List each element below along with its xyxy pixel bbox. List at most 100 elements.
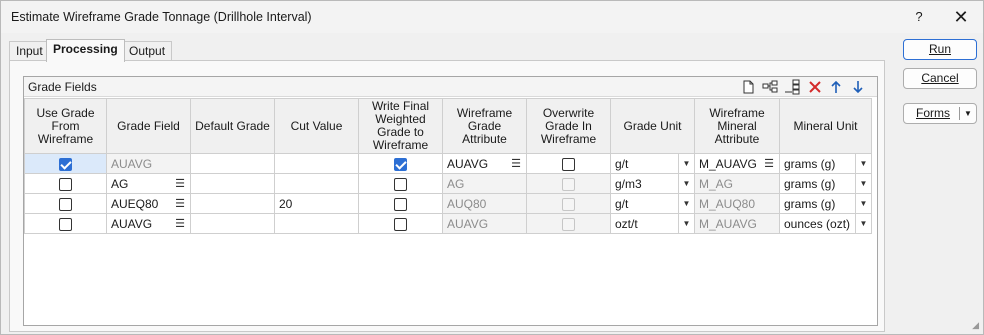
grade-field-cell[interactable]: AG ☰ xyxy=(106,173,191,194)
move-down-icon[interactable] xyxy=(850,79,866,95)
grade-unit-cell[interactable]: g/t ▼ xyxy=(610,193,695,214)
tab-output[interactable]: Output xyxy=(122,41,173,61)
list-icon[interactable]: ☰ xyxy=(511,157,521,170)
mineral-unit-cell[interactable]: ounces (ozt) ▼ xyxy=(779,213,872,234)
table-row[interactable]: AUEQ80 ☰ 20 AUQ80 g/t ▼ M_AUQ80 grams (g) ▼ xyxy=(24,193,872,214)
list-icon[interactable]: ☰ xyxy=(175,197,185,210)
col-overwrite-grade[interactable]: Overwrite Grade In Wireframe xyxy=(526,98,611,154)
delete-icon[interactable] xyxy=(807,79,823,95)
col-grade-field[interactable]: Grade Field xyxy=(106,98,191,154)
wf-grade-attr-cell: AUAVG xyxy=(442,213,527,234)
move-up-icon[interactable] xyxy=(828,79,844,95)
table-row[interactable]: AG ☰ AG g/m3 ▼ M_AG grams (g) ▼ xyxy=(24,173,872,194)
help-button[interactable]: ? xyxy=(909,7,929,27)
overwrite-cell xyxy=(526,173,611,194)
dropdown-arrow-icon[interactable]: ▼ xyxy=(855,214,871,233)
write-final-checkbox[interactable] xyxy=(394,197,407,211)
wf-mineral-attr-cell: M_AG xyxy=(694,173,780,194)
col-grade-unit[interactable]: Grade Unit xyxy=(610,98,695,154)
col-cut-value[interactable]: Cut Value xyxy=(274,98,359,154)
grade-unit-cell[interactable]: g/m3 ▼ xyxy=(610,173,695,194)
default-grade-cell[interactable] xyxy=(190,193,275,214)
overwrite-checkbox[interactable] xyxy=(562,157,575,171)
new-file-icon[interactable] xyxy=(740,79,756,95)
dropdown-arrow-icon[interactable]: ▼ xyxy=(855,154,871,173)
grade-unit-value: g/t xyxy=(615,196,629,211)
cancel-button[interactable]: Cancel xyxy=(903,68,977,89)
dropdown-arrow-icon[interactable]: ▼ xyxy=(678,174,694,193)
default-grade-cell[interactable] xyxy=(190,213,275,234)
wf-grade-attr-cell: AG xyxy=(442,173,527,194)
wf-mineral-attr-cell: M_AUAVG xyxy=(694,213,780,234)
table-row[interactable]: AUAVG AUAVG ☰ g/t ▼ M_AUAVG ☰ grams (g) ▼ xyxy=(24,153,872,174)
use-grade-cell[interactable] xyxy=(24,193,107,214)
cut-value-cell[interactable]: 20 xyxy=(274,193,359,214)
grade-field-value: AG xyxy=(111,176,129,191)
tab-input[interactable]: Input xyxy=(9,41,50,61)
run-button[interactable]: Run xyxy=(903,39,977,60)
col-mineral-unit[interactable]: Mineral Unit xyxy=(779,98,872,154)
mineral-unit-cell[interactable]: grams (g) ▼ xyxy=(779,153,872,174)
forms-button-label: Forms xyxy=(916,106,950,120)
wf-mineral-attr-cell: M_AUQ80 xyxy=(694,193,780,214)
overwrite-checkbox xyxy=(562,217,575,231)
grade-field-cell[interactable]: AUAVG ☰ xyxy=(106,213,191,234)
wf-grade-attr-cell[interactable]: AUAVG ☰ xyxy=(442,153,527,174)
col-write-final-weighted-grade[interactable]: Write Final Weighted Grade to Wireframe xyxy=(358,98,443,154)
dropdown-arrow-icon[interactable]: ▼ xyxy=(855,174,871,193)
grade-field-cell[interactable]: AUEQ80 ☰ xyxy=(106,193,191,214)
write-final-checkbox[interactable] xyxy=(394,177,407,191)
add-rows-icon[interactable] xyxy=(784,79,800,95)
use-grade-cell[interactable] xyxy=(24,153,107,174)
write-final-cell[interactable] xyxy=(358,213,443,234)
grade-unit-value: g/m3 xyxy=(615,176,642,191)
list-icon[interactable]: ☰ xyxy=(175,177,185,190)
forms-separator xyxy=(959,107,960,120)
grade-field-cell[interactable]: AUAVG xyxy=(106,153,191,174)
use-grade-checkbox[interactable] xyxy=(59,157,72,171)
col-wireframe-grade-attribute[interactable]: Wireframe Grade Attribute xyxy=(442,98,527,154)
col-use-grade-from-wireframe[interactable]: Use Grade From Wireframe xyxy=(24,98,107,154)
use-grade-checkbox[interactable] xyxy=(59,217,72,231)
grade-unit-cell[interactable]: ozt/t ▼ xyxy=(610,213,695,234)
close-button[interactable]: ✕ xyxy=(949,7,973,27)
insert-rows-icon[interactable] xyxy=(762,79,778,95)
write-final-checkbox[interactable] xyxy=(394,217,407,231)
grade-unit-cell[interactable]: g/t ▼ xyxy=(610,153,695,174)
list-icon[interactable]: ☰ xyxy=(764,157,774,170)
forms-dropdown-icon[interactable]: ▼ xyxy=(964,104,972,123)
resize-grip-icon[interactable]: ◢ xyxy=(972,320,979,331)
wf-mineral-attr-value: M_AUAVG xyxy=(699,156,757,171)
dropdown-arrow-icon[interactable]: ▼ xyxy=(855,194,871,213)
wf-mineral-attr-cell[interactable]: M_AUAVG ☰ xyxy=(694,153,780,174)
overwrite-cell[interactable] xyxy=(526,153,611,174)
table-row[interactable]: AUAVG ☰ AUAVG ozt/t ▼ M_AUAVG ounces (ozt)… xyxy=(24,213,872,234)
dropdown-arrow-icon[interactable]: ▼ xyxy=(678,154,694,173)
cut-value-cell[interactable] xyxy=(274,173,359,194)
col-wireframe-mineral-attribute[interactable]: Wireframe Mineral Attribute xyxy=(694,98,780,154)
mineral-unit-cell[interactable]: grams (g) ▼ xyxy=(779,173,872,194)
group-header: Grade Fields xyxy=(24,77,877,97)
default-grade-cell[interactable] xyxy=(190,173,275,194)
cut-value-cell[interactable] xyxy=(274,153,359,174)
mineral-unit-value: grams (g) xyxy=(784,156,836,171)
use-grade-checkbox[interactable] xyxy=(59,197,72,211)
write-final-checkbox[interactable] xyxy=(394,157,407,171)
mineral-unit-cell[interactable]: grams (g) ▼ xyxy=(779,193,872,214)
use-grade-checkbox[interactable] xyxy=(59,177,72,191)
default-grade-cell[interactable] xyxy=(190,153,275,174)
use-grade-cell[interactable] xyxy=(24,173,107,194)
forms-button[interactable]: Forms ▼ xyxy=(903,103,977,124)
dropdown-arrow-icon[interactable]: ▼ xyxy=(678,194,694,213)
mineral-unit-value: ounces (ozt) xyxy=(784,216,851,231)
dropdown-arrow-icon[interactable]: ▼ xyxy=(678,214,694,233)
col-default-grade[interactable]: Default Grade xyxy=(190,98,275,154)
dialog-window: Estimate Wireframe Grade Tonnage (Drillh… xyxy=(0,0,984,335)
list-icon[interactable]: ☰ xyxy=(175,217,185,230)
write-final-cell[interactable] xyxy=(358,153,443,174)
write-final-cell[interactable] xyxy=(358,193,443,214)
write-final-cell[interactable] xyxy=(358,173,443,194)
use-grade-cell[interactable] xyxy=(24,213,107,234)
tab-processing[interactable]: Processing xyxy=(46,39,125,62)
cut-value-cell[interactable] xyxy=(274,213,359,234)
